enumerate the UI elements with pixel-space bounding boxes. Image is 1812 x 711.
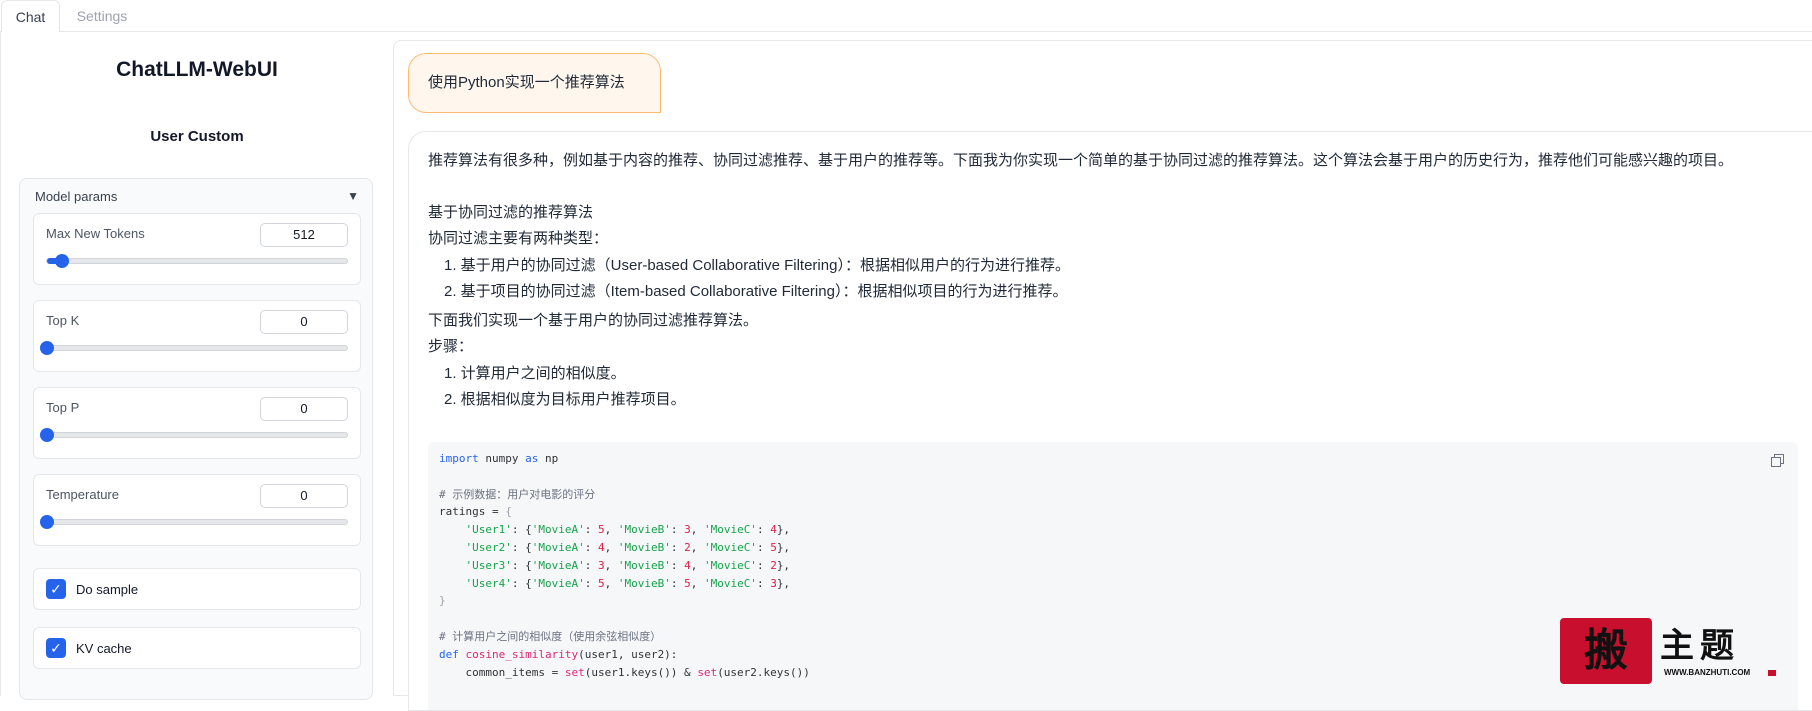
list-item: 2. 根据相似度为目标用户推荐项目。 — [444, 391, 686, 408]
app-title: ChatLLM-WebUI — [116, 58, 278, 81]
tab-settings[interactable]: Settings — [66, 0, 138, 33]
top-p-input[interactable]: 0 — [260, 397, 348, 421]
chatbot-panel: 使用Python实现一个推荐算法 推荐算法有很多种，例如基于内容的推荐、协同过滤… — [393, 40, 1812, 711]
do-sample-option: ✓ Do sample — [33, 568, 361, 610]
sidebar: ChatLLM-WebUI User Custom Model params ▼… — [0, 32, 392, 700]
list-item: 2. 基于项目的协同过滤（Item-based Collaborative Fi… — [444, 283, 1068, 300]
slider-track[interactable] — [40, 341, 348, 355]
kv-cache-option: ✓ KV cache — [33, 627, 361, 669]
bot-intro: 推荐算法有很多种，例如基于内容的推荐、协同过滤推荐、基于用户的推荐等。下面我为你… — [428, 152, 1734, 169]
temperature-slider-group: Temperature 0 — [33, 474, 361, 546]
slider-thumb[interactable] — [40, 515, 54, 529]
copy-icon[interactable] — [1771, 454, 1784, 467]
list-item: 1. 基于用户的协同过滤（User-based Collaborative Fi… — [444, 257, 1070, 274]
checkbox-label: KV cache — [76, 641, 132, 656]
user-message: 使用Python实现一个推荐算法 — [408, 53, 661, 113]
watermark-red-mark — [1768, 670, 1776, 676]
bot-steps-label: 步骤： — [428, 338, 474, 355]
model-params-accordion: Model params ▼ Max New Tokens 512 Top K … — [19, 178, 373, 700]
tab-bar: Chat Settings — [0, 0, 1812, 33]
slider-thumb[interactable] — [55, 254, 69, 268]
slider-track[interactable] — [40, 428, 348, 442]
watermark-logo: 搬 主题 WWW.BANZHUTI.COM — [1560, 618, 1810, 688]
do-sample-checkbox[interactable]: ✓ — [46, 579, 66, 599]
slider-track[interactable] — [46, 254, 348, 268]
max-new-tokens-input[interactable]: 512 — [260, 223, 348, 247]
tab-chat[interactable]: Chat — [1, 0, 60, 33]
top-k-input[interactable]: 0 — [260, 310, 348, 334]
slider-thumb[interactable] — [40, 428, 54, 442]
bot-heading: 基于协同过滤的推荐算法 — [428, 204, 594, 221]
bot-types-intro: 协同过滤主要有两种类型： — [428, 230, 609, 247]
watermark-stamp: 搬 — [1560, 618, 1652, 684]
temperature-input[interactable]: 0 — [260, 484, 348, 508]
slider-label: Max New Tokens — [46, 226, 145, 241]
caret-down-icon[interactable]: ▼ — [347, 189, 359, 203]
slider-label: Temperature — [46, 487, 119, 502]
slider-label: Top K — [46, 313, 80, 328]
accordion-header[interactable]: Model params ▼ — [20, 179, 372, 215]
top-p-slider-group: Top P 0 — [33, 387, 361, 459]
slider-track[interactable] — [40, 515, 348, 529]
checkbox-label: Do sample — [76, 582, 139, 597]
accordion-label: Model params — [35, 189, 118, 204]
code-content: import numpy as np # 示例数据：用户对电影的评分 ratin… — [439, 452, 810, 679]
slider-label: Top P — [46, 400, 80, 415]
slider-thumb[interactable] — [40, 341, 54, 355]
max-new-tokens-slider-group: Max New Tokens 512 — [33, 213, 361, 285]
watermark-url: WWW.BANZHUTI.COM — [1664, 668, 1751, 677]
top-k-slider-group: Top K 0 — [33, 300, 361, 372]
watermark-text: 主题 — [1660, 626, 1740, 666]
kv-cache-checkbox[interactable]: ✓ — [46, 638, 66, 658]
section-title: User Custom — [150, 128, 244, 145]
list-item: 1. 计算用户之间的相似度。 — [444, 365, 626, 382]
bot-impl-intro: 下面我们实现一个基于用户的协同过滤推荐算法。 — [428, 312, 759, 329]
